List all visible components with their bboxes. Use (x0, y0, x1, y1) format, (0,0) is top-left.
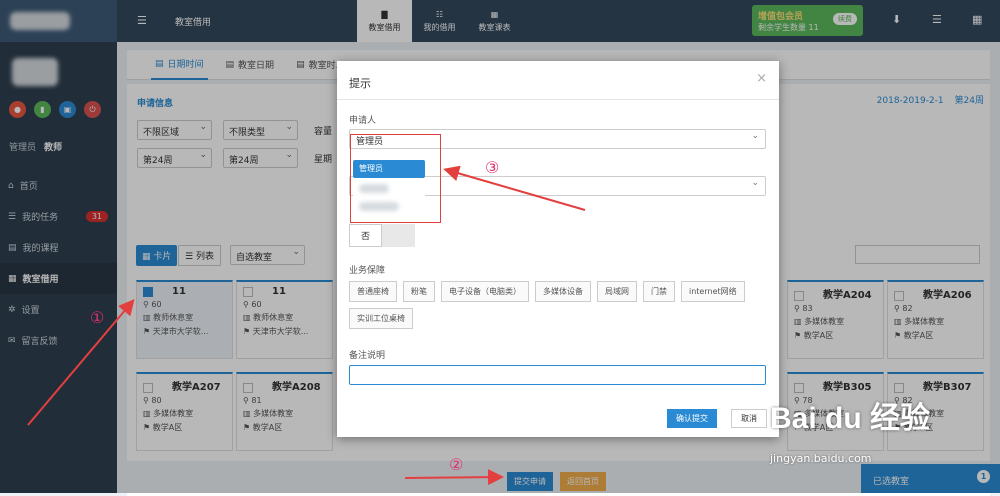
annotation-3: ③ (485, 158, 500, 177)
annotation-1: ① (90, 308, 105, 327)
watermark-url: jingyan.baidu.com (770, 452, 872, 465)
annotation-2: ② (449, 455, 464, 474)
baidu-watermark: Bai du 经验 (770, 402, 931, 435)
